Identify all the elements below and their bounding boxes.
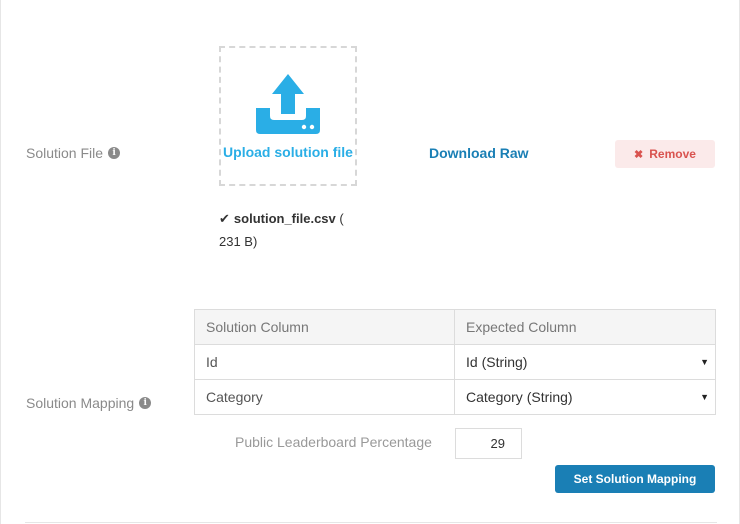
solution-file-label: Solution File — [26, 145, 104, 161]
uploaded-file-info: ✔ solution_file.csv ( 231 B) — [219, 207, 369, 253]
expected-column-cell: Id (String) ▼ — [454, 344, 716, 380]
solution-column-cell: Id — [194, 344, 455, 380]
solution-mapping-label: Solution Mapping — [26, 395, 135, 411]
column-header-expected: Expected Column — [454, 309, 716, 345]
table-header-row: Solution Column Expected Column — [194, 309, 716, 345]
close-icon: ✖ — [634, 148, 644, 161]
set-solution-mapping-button[interactable]: Set Solution Mapping — [555, 465, 715, 493]
table-row: Id Id (String) ▼ — [194, 344, 716, 380]
upload-solution-file-link[interactable]: Upload solution file — [223, 144, 353, 160]
solution-mapping-label-row: Solution Mapping i — [26, 395, 152, 411]
solution-column-cell: Category — [194, 379, 455, 415]
divider — [25, 522, 717, 523]
expected-column-cell: Category (String) ▼ — [454, 379, 716, 415]
mapping-table: Solution Column Expected Column Id Id (S… — [194, 309, 716, 415]
upload-icon — [256, 74, 320, 134]
remove-button-label: Remove — [649, 147, 696, 161]
leaderboard-percentage-label: Public Leaderboard Percentage — [235, 434, 432, 450]
info-circle-icon[interactable]: i — [139, 397, 152, 409]
expected-column-select[interactable]: Id (String) — [466, 354, 704, 370]
upload-dropzone[interactable]: Upload solution file — [219, 46, 357, 186]
info-circle-icon[interactable]: i — [108, 147, 121, 159]
expected-column-select[interactable]: Category (String) — [466, 389, 704, 405]
checkmark-icon: ✔ — [219, 211, 230, 226]
download-raw-link[interactable]: Download Raw — [429, 145, 529, 161]
table-row: Category Category (String) ▼ — [194, 379, 716, 415]
solution-file-label-row: Solution File i — [26, 145, 121, 161]
file-name: solution_file.csv — [233, 211, 336, 226]
column-header-solution: Solution Column — [194, 309, 455, 345]
leaderboard-percentage-input[interactable] — [455, 428, 522, 459]
remove-button[interactable]: ✖ Remove — [615, 140, 715, 168]
solution-panel: Solution File i Upload solution file Dow… — [0, 0, 740, 524]
